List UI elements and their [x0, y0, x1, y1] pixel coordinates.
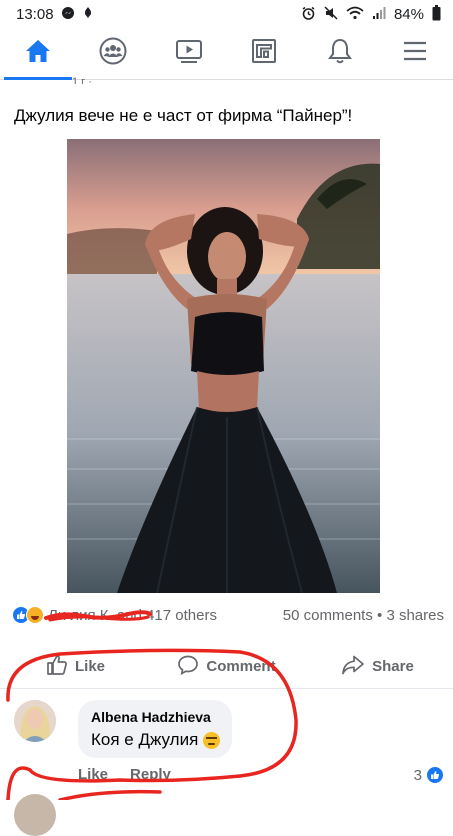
groups-icon: [99, 37, 127, 70]
watch-icon: [175, 38, 203, 69]
status-bar: 13:08 84%: [0, 0, 453, 28]
comment-label: Comment: [206, 658, 275, 675]
reaction-names[interactable]: Ли лия К. and 417 others: [48, 607, 217, 624]
comment-text: Коя е Джулия: [91, 730, 220, 750]
tab-home[interactable]: [0, 28, 76, 79]
share-label: Share: [372, 658, 414, 675]
comment-bubble[interactable]: Albena Hadzhieva Коя е Джулия: [78, 700, 232, 758]
mute-icon: [324, 6, 338, 22]
tab-watch[interactable]: [151, 28, 227, 79]
hamburger-icon: [402, 40, 428, 67]
like-label: Like: [75, 658, 105, 675]
battery-icon: [432, 5, 441, 23]
comment-reaction-count[interactable]: 3: [414, 766, 444, 784]
comment-like-button[interactable]: Like: [78, 766, 108, 783]
comments-count[interactable]: 50 comments: [283, 607, 373, 624]
battery-percent: 84%: [394, 6, 424, 23]
like-reaction-icon: [426, 766, 444, 784]
reaction-icons[interactable]: [12, 606, 44, 624]
comment-actions: Like Reply: [78, 766, 171, 783]
eye-roll-emoji-icon: [203, 732, 220, 749]
share-icon: [341, 654, 365, 680]
comment-icon: [177, 654, 199, 680]
share-button[interactable]: Share: [302, 645, 453, 688]
shares-count[interactable]: 3 shares: [386, 607, 444, 624]
post-actions: Like Comment Share: [0, 645, 453, 689]
post-text: Джулия вече не е част от фирма “Пайнер”!: [14, 106, 352, 126]
status-time: 13:08: [16, 6, 54, 23]
count-separator: •: [377, 607, 382, 624]
engagement-counts: 50 comments • 3 shares: [283, 607, 444, 624]
post-timestamp: 1 г ·: [72, 76, 92, 84]
comment-author[interactable]: Albena Hadzhieva: [91, 709, 220, 725]
like-button[interactable]: Like: [0, 645, 151, 688]
tab-marketplace[interactable]: [227, 28, 303, 79]
messenger-icon: [61, 6, 75, 22]
avatar[interactable]: [14, 700, 56, 742]
marketplace-icon: [251, 38, 277, 69]
next-comment-avatar[interactable]: [14, 794, 56, 836]
reactions-row: Ли лия К. and 417 others 50 comments • 3…: [12, 606, 444, 624]
comment-button[interactable]: Comment: [151, 645, 302, 688]
alarm-icon: [301, 6, 316, 23]
comment-reply-button[interactable]: Reply: [130, 766, 171, 783]
photo-illustration: [67, 139, 380, 593]
signal-icon: [372, 6, 386, 22]
wifi-icon: [346, 6, 364, 22]
post-photo[interactable]: [67, 139, 380, 593]
haha-reaction-icon: [26, 606, 44, 624]
notification-icon: [82, 6, 94, 22]
tab-groups[interactable]: [76, 28, 152, 79]
top-nav: [0, 28, 453, 80]
tab-menu[interactable]: [378, 28, 453, 79]
home-icon: [24, 38, 52, 69]
thumbs-up-icon: [46, 654, 68, 680]
tab-notifications[interactable]: [302, 28, 378, 79]
bell-icon: [327, 37, 353, 70]
scribble-redaction: [44, 609, 152, 623]
